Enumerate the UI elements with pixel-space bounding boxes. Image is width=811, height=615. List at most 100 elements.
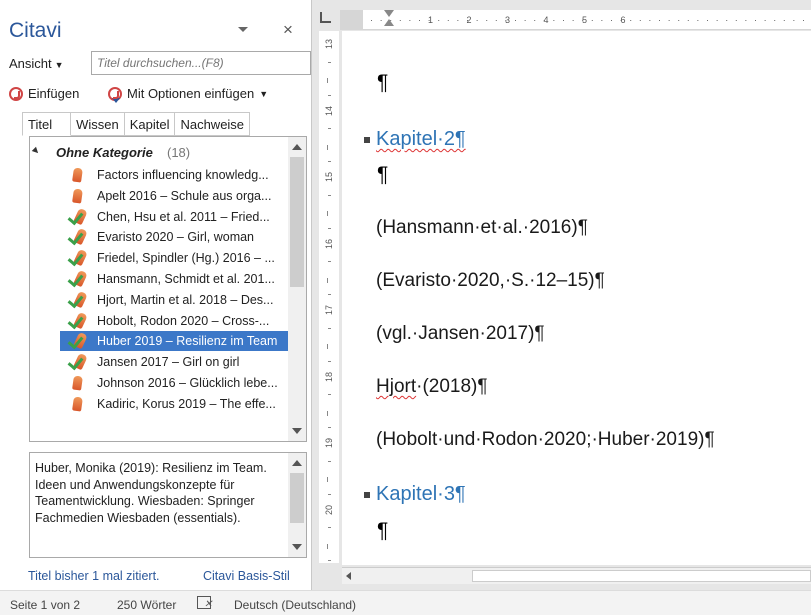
insert-with-options-button[interactable]: Mit Optionen einfügen ▼ — [108, 86, 269, 103]
citation-year: ·(2018)¶ — [416, 376, 488, 397]
insert-button[interactable]: Einfügen — [9, 86, 79, 101]
heading-kapitel-2: Kapitel·2¶ — [364, 128, 466, 151]
reference-list-item[interactable]: Hjort, Martin et al. 2018 – Des... — [60, 290, 288, 310]
scroll-down-arrow-icon[interactable] — [292, 544, 302, 550]
reference-list-item[interactable]: Chen, Hsu et al. 2011 – Fried... — [60, 207, 288, 227]
citation-count-link[interactable]: Titel bisher 1 mal zitiert. — [28, 569, 160, 583]
empty-paragraph-mark: ¶ — [377, 163, 389, 186]
proofing-icon[interactable] — [197, 596, 212, 610]
tab-wissen[interactable]: Wissen — [71, 112, 125, 136]
ruler-tick — [328, 560, 331, 562]
ruler-tick — [328, 227, 331, 229]
citation-paragraph: Hjort·(2018)¶ — [376, 376, 488, 398]
citation-style-link[interactable]: Citavi Basis-Stil — [203, 569, 290, 583]
ruler-number: 18 — [324, 371, 335, 382]
ruler-tick: · — [418, 15, 421, 25]
ruler-tick: · — [658, 15, 661, 25]
reference-list: Ohne Kategorie (18) Factors influencing … — [29, 136, 307, 442]
view-button-label: Ansicht — [9, 56, 52, 71]
ruler-tick — [328, 194, 331, 196]
chevron-down-icon: ▼ — [259, 88, 269, 99]
book-check-icon — [68, 229, 86, 245]
ruler-tick — [328, 61, 331, 63]
ruler-tick: · — [782, 15, 786, 25]
ruler-tick: · — [802, 15, 805, 25]
tab-kapitel[interactable]: Kapitel — [124, 112, 176, 136]
scroll-up-arrow-icon[interactable] — [292, 144, 302, 150]
horizontal-ruler[interactable]: 1 2 3 4 5 6 · · · · · · · · · · · · · · · · · · · · · · · · · · · · · · · · · ·… — [340, 10, 811, 30]
reference-title: Hobolt, Rodon 2020 – Cross-... — [97, 313, 270, 328]
ruler-tick — [327, 410, 328, 416]
reference-list-item[interactable]: Hobolt, Rodon 2020 – Cross-... — [60, 311, 288, 331]
reference-title: Hansmann, Schmidt et al. 201... — [97, 272, 275, 286]
book-icon — [68, 375, 86, 391]
ruler-tick — [328, 493, 331, 495]
detail-scrollbar[interactable] — [288, 453, 306, 557]
ruler-tick: · — [706, 15, 709, 25]
book-icon — [68, 167, 86, 183]
pane-close-icon[interactable]: × — [283, 20, 293, 40]
reference-list-item[interactable]: Jansen 2017 – Girl on girl — [60, 352, 288, 372]
scrollbar-thumb[interactable] — [290, 157, 304, 287]
word-count[interactable]: 250 Wörter — [117, 598, 176, 612]
reference-list-item[interactable]: Hansmann, Schmidt et al. 201... — [60, 269, 288, 289]
reference-list-item[interactable]: Friedel, Spindler (Hg.) 2016 – ... — [60, 248, 288, 268]
scroll-down-arrow-icon[interactable] — [292, 428, 302, 434]
scroll-left-arrow-icon[interactable] — [346, 572, 351, 580]
reference-list-item[interactable]: Apelt 2016 – Schule aus orga... — [60, 186, 288, 206]
ruler-tick: · — [754, 15, 757, 25]
category-group[interactable]: Ohne Kategorie (18) — [30, 143, 290, 163]
insert-button-label: Einfügen — [28, 86, 80, 101]
collapse-arrow-icon[interactable] — [31, 146, 41, 156]
ruler-number: 15 — [324, 171, 335, 183]
citation-paragraph: (Hobolt·und·Rodon·2020;·Huber·2019)¶ — [376, 429, 715, 450]
document-page[interactable]: ¶ Kapitel·2¶ ¶ (Hansmann·et·al.·2016)¶ (… — [342, 31, 811, 565]
ruler-tick: · — [696, 15, 700, 25]
reference-list-item[interactable]: Huber 2019 – Resilienz im Team — [60, 331, 288, 352]
tab-titel[interactable]: Titel — [22, 112, 72, 136]
tab-selector-icon[interactable] — [320, 12, 331, 23]
ruler-tick — [327, 477, 328, 483]
ruler-tick: · — [590, 15, 594, 25]
ruler-tick — [328, 161, 331, 163]
citation-paragraph: (Hansmann·et·al.·2016)¶ — [376, 217, 588, 238]
reference-title: Huber 2019 – Resilienz im Team — [97, 334, 278, 349]
category-count: (18) — [167, 145, 191, 160]
ruler-tick — [328, 261, 331, 263]
reference-title: Factors influencing knowledg... — [97, 168, 269, 182]
scroll-up-arrow-icon[interactable] — [292, 460, 302, 466]
reference-list-item[interactable]: Factors influencing knowledg... — [60, 165, 288, 185]
ruler-tick: · — [437, 15, 441, 25]
insert-with-options-label: Mit Optionen einfügen — [127, 86, 255, 101]
reference-list-item[interactable]: Evaristo 2020 – Girl, woman — [60, 227, 288, 247]
ruler-tick: · — [562, 15, 565, 25]
scrollbar-thumb[interactable] — [290, 473, 304, 523]
pane-footer: Titel bisher 1 mal zitiert. Citavi Basis… — [0, 568, 311, 590]
book-check-icon — [68, 292, 86, 308]
book-check-icon — [68, 271, 86, 287]
insert-options-icon — [108, 86, 122, 103]
pane-options-chevron-down-icon[interactable] — [238, 27, 248, 32]
language-indicator[interactable]: Deutsch (Deutschland) — [234, 598, 356, 612]
document-area: 1 2 3 4 5 6 · · · · · · · · · · · · · · · · · · · · · · · · · · · · · · · · · ·… — [313, 0, 811, 590]
ruler-tick: · — [533, 15, 537, 25]
ruler-tick: · — [475, 15, 479, 25]
reference-list-item[interactable]: Johnson 2016 – Glücklich lebe... — [60, 373, 288, 393]
reference-list-item[interactable]: Kadiric, Korus 2019 – The effe... — [60, 394, 288, 414]
ruler-tick: · — [552, 15, 556, 25]
tab-nachweise[interactable]: Nachweise — [175, 112, 251, 136]
scrollbar-thumb[interactable] — [472, 570, 811, 582]
vertical-ruler[interactable]: 13 14 15 16 17 18 19 20 — [319, 31, 339, 563]
title-search-input[interactable] — [91, 51, 311, 75]
horizontal-scrollbar[interactable] — [342, 567, 811, 584]
book-check-icon — [68, 354, 86, 370]
page-count[interactable]: Seite 1 von 2 — [10, 598, 80, 612]
ruler-tick — [328, 360, 331, 362]
insert-citation-icon — [9, 86, 23, 101]
ruler-tick — [328, 294, 331, 296]
heading-bullet-icon — [364, 491, 370, 498]
citation-paragraph: (vgl.·Jansen·2017)¶ — [376, 323, 545, 344]
reference-list-scrollbar[interactable] — [288, 137, 306, 441]
ruler-tick: · — [494, 15, 498, 25]
view-menu-button[interactable]: Ansicht ▼ — [9, 56, 64, 71]
